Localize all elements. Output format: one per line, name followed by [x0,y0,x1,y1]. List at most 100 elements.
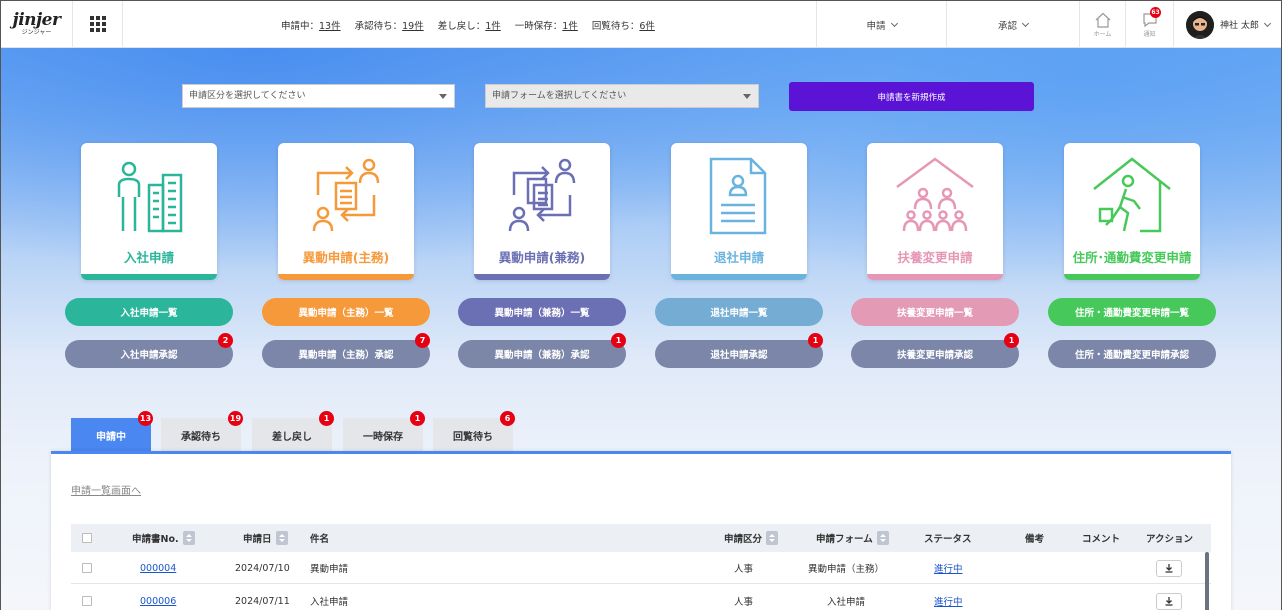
resignation-approval-button[interactable]: 退社申請承認 1 [655,333,823,368]
tab-count-badge: 1 [319,411,334,426]
onboarding-approval-button[interactable]: 入社申請承認 2 [65,333,233,368]
download-button[interactable] [1156,585,1182,610]
notification-badge: 63 [1150,7,1161,18]
status-pending-link[interactable]: 13件 [319,21,341,32]
col-form: 申請フォーム [816,524,889,552]
approval-count-badge: 1 [611,333,626,348]
dependent-change-approval-button[interactable]: 扶養変更申請承認 1 [851,333,1019,368]
card-title: 入社申請 [123,250,174,265]
tab-label: 回覧待ち [453,432,493,443]
approval-label: 扶養変更申請承認 [896,350,973,361]
approval-count-badge: 1 [808,333,823,348]
chevron-down-icon [890,19,898,27]
approval-label: 異動申請（主務）承認 [298,350,394,361]
table-scrollbar[interactable] [1205,552,1209,610]
dependent-change-list-button[interactable]: 扶養変更申請一覧 [851,298,1019,326]
form-name: 異動申請（主務） [808,564,885,575]
tab-returned[interactable]: 差し戻し 1 [252,411,334,453]
card-transfer-primary[interactable]: 異動申請(主務) [278,143,414,280]
sort-icon[interactable] [275,531,288,545]
application-date: 2024/07/11 [235,595,290,607]
notification-button[interactable]: 通知 63 [1125,1,1173,48]
sort-icon[interactable] [182,531,195,545]
approval-label: 退社申請承認 [710,350,768,361]
card-title: 扶養変更申請 [897,250,973,265]
application-no-link[interactable]: 000004 [140,552,176,584]
tab-draft[interactable]: 一時保存 1 [343,411,425,453]
subject: 異動申請 [310,564,349,575]
sort-icon[interactable] [876,531,889,545]
application-list-link[interactable]: 申請一覧画面へ [71,482,141,497]
card-onboarding[interactable]: 入社申請 [81,143,217,280]
card-address-change[interactable]: 住所･通勤費変更申請 [1064,143,1200,280]
table-row: 000006 2024/07/11 入社申請 人事 入社申請 進行中 [71,585,1211,610]
card-title: 異動申請(主務) [302,250,390,265]
transfer-concurrent-list-button[interactable]: 異動申請（兼務）一覧 [458,298,626,326]
form-select[interactable]: 申請フォームを選択してください [485,84,759,108]
tab-count-badge: 6 [500,411,515,426]
status-awaiting-approval: 承認待ち：19件 [354,21,424,32]
family-house-icon [896,157,974,232]
card-resignation[interactable]: 退社申請 [671,143,807,280]
approval-count-badge: 1 [1004,333,1019,348]
status-link[interactable]: 進行中 [934,552,963,584]
col-note: 備考 [1025,534,1045,545]
create-application-button[interactable]: 申請書を新規作成 [789,82,1034,111]
chevron-down-icon [1021,19,1030,27]
app-menu-button[interactable] [73,0,123,48]
col-category: 申請区分 [724,524,779,552]
status-returned-link[interactable]: 1件 [485,21,501,32]
tab-label: 承認待ち [181,432,221,443]
category: 人事 [734,564,754,575]
form-select-placeholder: 申請フォームを選択してください [492,91,627,101]
status-awaiting-link[interactable]: 19件 [402,21,424,32]
notification-label: 通知 [1143,31,1156,38]
card-dependent-change[interactable]: 扶養変更申請 [867,143,1003,280]
card-transfer-concurrent[interactable]: 異動申請(兼務) [474,143,610,280]
resignation-list-button[interactable]: 退社申請一覧 [655,298,823,326]
status-pending: 申請中：13件 [281,21,341,32]
user-menu[interactable]: 神社 太郎 [1173,1,1281,48]
home-button[interactable]: ホーム [1079,1,1125,48]
apply-menu[interactable]: 申請 [816,1,946,48]
transfer-primary-approval-button[interactable]: 異動申請（主務）承認 7 [262,333,430,368]
person-building-icon [117,161,183,233]
status-link[interactable]: 進行中 [934,585,963,610]
tab-awaiting-approval[interactable]: 承認待ち 19 [161,411,243,453]
row-checkbox[interactable] [82,552,92,584]
status-circulation: 回覧待ち：6件 [591,21,655,32]
subject: 入社申請 [310,597,349,608]
approval-label: 入社申請承認 [120,350,178,361]
col-subject: 件名 [310,534,330,545]
status-draft-link[interactable]: 1件 [562,21,578,32]
sort-icon[interactable] [766,531,779,545]
status-circulation-link[interactable]: 6件 [639,21,655,32]
transfer-documents-icon [508,158,576,232]
address-change-approval-button[interactable]: 住所・通勤費変更申請承認 [1048,340,1216,368]
application-date: 2024/07/10 [235,562,290,574]
tab-count-badge: 19 [228,411,243,426]
jinjer-logo[interactable]: jinjer ジンジャー [1,0,73,48]
transfer-concurrent-approval-button[interactable]: 異動申請（兼務）承認 1 [458,333,626,368]
tab-circulation[interactable]: 回覧待ち 6 [433,411,515,453]
approval-label: 住所・通勤費変更申請承認 [1074,350,1189,361]
logo-subtext: ジンジャー [21,29,52,36]
download-icon [1156,592,1182,610]
row-checkbox[interactable] [82,585,92,610]
transfer-document-icon [312,158,380,232]
transfer-primary-list-button[interactable]: 異動申請（主務）一覧 [262,298,430,326]
application-no-link[interactable]: 000006 [140,585,176,610]
category-select[interactable]: 申請区分を選択してください [182,84,455,108]
category: 人事 [734,597,754,608]
select-all-checkbox[interactable] [82,524,92,552]
home-label: ホーム [1093,31,1112,38]
tab-in-progress[interactable]: 申請中 13 [71,411,153,453]
approve-menu[interactable]: 承認 [946,1,1079,48]
commute-house-icon [1093,157,1171,233]
table-row: 000004 2024/07/10 異動申請 人事 異動申請（主務） 進行中 [71,552,1211,584]
download-button[interactable] [1156,552,1182,584]
download-icon [1156,559,1182,577]
address-change-list-button[interactable]: 住所・通勤費変更申請一覧 [1048,298,1216,326]
onboarding-list-button[interactable]: 入社申請一覧 [65,298,233,326]
approval-count-badge: 2 [218,333,233,348]
